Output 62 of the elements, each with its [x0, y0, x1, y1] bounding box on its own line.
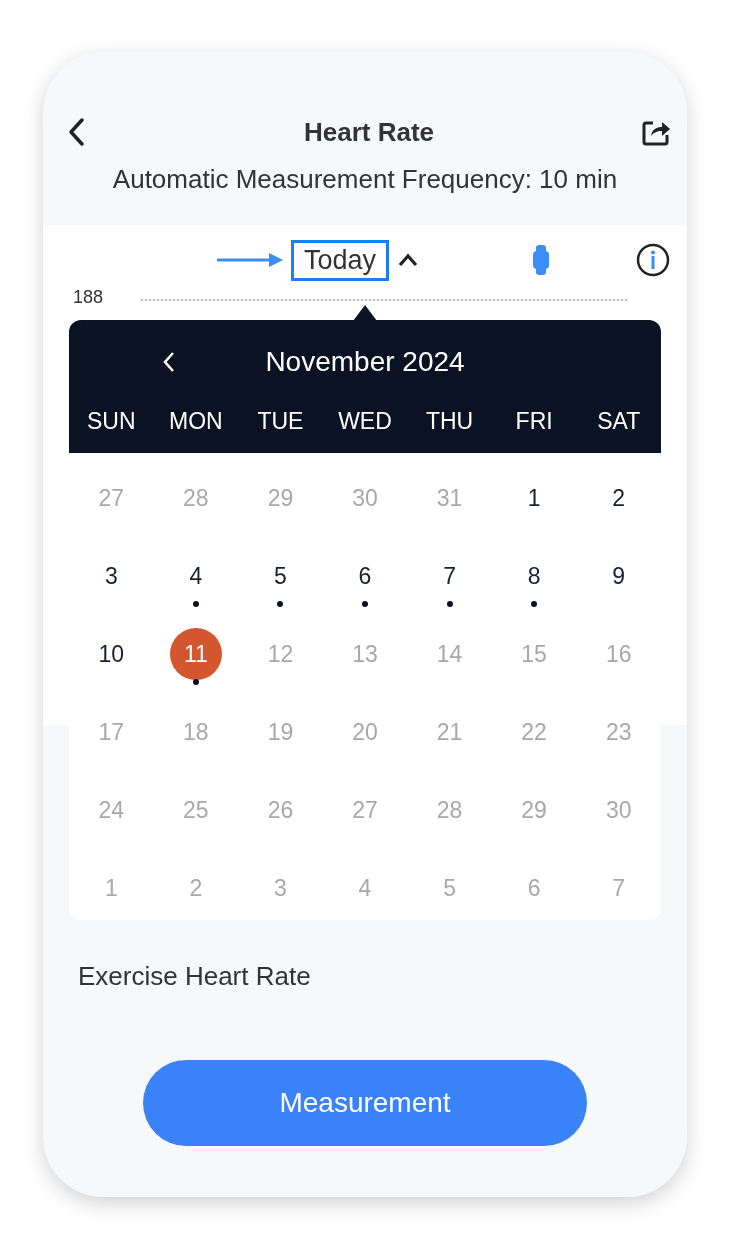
- calendar-day[interactable]: 1: [508, 472, 561, 524]
- weekday-label: SUN: [86, 407, 137, 435]
- calendar-day[interactable]: 15: [508, 628, 561, 680]
- calendar-day[interactable]: 10: [85, 628, 138, 680]
- calendar-day[interactable]: 17: [85, 706, 138, 758]
- calendar-day[interactable]: 7: [592, 862, 645, 914]
- calendar-day[interactable]: 14: [423, 628, 476, 680]
- calendar-day[interactable]: 4: [339, 862, 391, 914]
- month-title: November 2024: [265, 346, 465, 378]
- calendar-day[interactable]: 2: [592, 472, 645, 524]
- back-icon[interactable]: [67, 117, 87, 147]
- calendar-day[interactable]: 6: [508, 862, 561, 914]
- calendar-day[interactable]: 31: [423, 472, 476, 524]
- calendar-day[interactable]: 24: [85, 784, 138, 836]
- calendar-day[interactable]: 13: [339, 628, 391, 680]
- calendar-day[interactable]: 29: [254, 472, 307, 524]
- measurement-button[interactable]: Measurement: [143, 1060, 587, 1146]
- calendar-day[interactable]: 1: [85, 862, 138, 914]
- info-icon[interactable]: [636, 243, 670, 277]
- calendar-day[interactable]: 28: [169, 472, 222, 524]
- calendar-day[interactable]: 25: [169, 784, 222, 836]
- calendar-day[interactable]: 29: [508, 784, 561, 836]
- calendar-day[interactable]: 2: [169, 862, 222, 914]
- weekday-label: MON: [168, 407, 224, 435]
- calendar-day[interactable]: 3: [254, 862, 307, 914]
- axis-label: 188: [73, 287, 104, 308]
- calendar-day[interactable]: 12: [254, 628, 307, 680]
- weekday-label: THU: [424, 407, 475, 435]
- date-selector[interactable]: Today: [291, 239, 390, 281]
- calendar-day[interactable]: 3: [85, 550, 138, 602]
- calendar-day[interactable]: 4: [169, 550, 222, 602]
- calendar-day[interactable]: 23: [592, 706, 645, 758]
- page-title: Heart Rate: [302, 116, 436, 148]
- calendar-day[interactable]: 11: [169, 628, 222, 680]
- calendar-day[interactable]: 30: [339, 472, 391, 524]
- calendar-day[interactable]: 5: [423, 862, 476, 914]
- weekday-label: SAT: [596, 407, 642, 435]
- calendar-day[interactable]: 16: [592, 628, 645, 680]
- calendar-day[interactable]: 7: [423, 550, 476, 602]
- calendar-day[interactable]: 19: [254, 706, 307, 758]
- calendar-day[interactable]: 27: [85, 472, 138, 524]
- section-title: Exercise Heart Rate: [77, 961, 312, 992]
- calendar-day[interactable]: 30: [592, 784, 645, 836]
- arrow-icon: [217, 252, 283, 268]
- calendar-day[interactable]: 5: [254, 550, 307, 602]
- calendar-day[interactable]: 27: [339, 784, 391, 836]
- previous-month-icon[interactable]: [162, 350, 176, 374]
- calendar-day[interactable]: 28: [423, 784, 476, 836]
- calendar-day[interactable]: 8: [508, 550, 561, 602]
- calendar-day[interactable]: 20: [339, 706, 391, 758]
- watch-icon[interactable]: [532, 245, 550, 275]
- calendar-day[interactable]: 21: [423, 706, 476, 758]
- calendar-day[interactable]: 18: [169, 706, 222, 758]
- calendar-day[interactable]: 26: [254, 784, 307, 836]
- weekday-label: FRI: [514, 407, 554, 435]
- calendar-day[interactable]: 9: [592, 550, 645, 602]
- frequency-text: Automatic Measurement Frequency: 10 min: [111, 164, 619, 195]
- weekday-label: TUE: [256, 407, 305, 435]
- calendar-day[interactable]: 22: [508, 706, 561, 758]
- calendar-day[interactable]: 6: [339, 550, 391, 602]
- caret-icon[interactable]: [397, 253, 420, 267]
- weekday-label: WED: [337, 407, 393, 435]
